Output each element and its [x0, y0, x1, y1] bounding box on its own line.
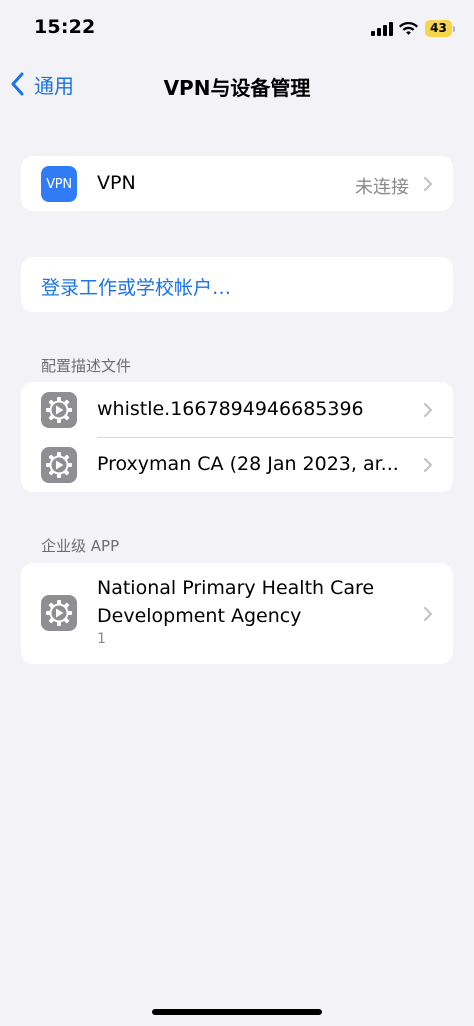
profiles-group: whistle.1667894946685396 Proxyman CA (28…	[21, 382, 453, 492]
enterprise-header: 企业级 APP	[41, 537, 120, 555]
battery-indicator: 43	[425, 20, 452, 37]
enterprise-app-row[interactable]: National Primary Health Care Development…	[21, 563, 453, 664]
work-account-row[interactable]: 登录工作或学校帐户…	[21, 257, 453, 312]
vpn-label: VPN	[97, 172, 136, 194]
enterprise-app-name-line2: Development Agency	[97, 605, 302, 627]
status-bar: 15:22 43	[0, 0, 474, 56]
gear-icon	[41, 392, 77, 428]
gear-icon	[41, 447, 77, 483]
wifi-icon	[399, 22, 418, 35]
enterprise-app-name-line1: National Primary Health Care	[97, 577, 375, 599]
enterprise-group: National Primary Health Care Development…	[21, 563, 453, 664]
profile-label: whistle.1667894946685396	[97, 398, 364, 420]
vpn-row[interactable]: VPN VPN 未连接	[21, 156, 453, 211]
status-time: 15:22	[34, 16, 96, 38]
profiles-header: 配置描述文件	[41, 357, 132, 375]
enterprise-app-name: National Primary Health Care Development…	[97, 574, 397, 630]
chevron-right-icon	[423, 457, 433, 473]
enterprise-app-count: 1	[97, 631, 106, 647]
work-account-link[interactable]: 登录工作或学校帐户…	[41, 273, 231, 300]
navigation-bar: 通用 VPN与设备管理	[0, 60, 474, 108]
vpn-status: 未连接	[355, 177, 409, 198]
screen: 15:22 43 通用 VPN与设备管理 VPN VPN 未连接 登录工作或学校…	[0, 0, 474, 1026]
profile-row[interactable]: whistle.1667894946685396	[21, 382, 453, 437]
vpn-icon: VPN	[41, 166, 77, 202]
work-account-group: 登录工作或学校帐户…	[21, 257, 453, 312]
profile-row[interactable]: Proxyman CA (28 Jan 2023, ar...	[21, 437, 453, 492]
vpn-group: VPN VPN 未连接	[21, 156, 453, 211]
home-indicator[interactable]	[152, 1009, 322, 1015]
chevron-right-icon	[423, 606, 433, 622]
battery-tip	[453, 26, 455, 32]
chevron-right-icon	[423, 176, 433, 192]
gear-icon	[41, 595, 77, 631]
profile-label: Proxyman CA (28 Jan 2023, ar...	[97, 453, 399, 475]
chevron-right-icon	[423, 402, 433, 418]
cellular-signal-icon	[371, 22, 393, 36]
page-title: VPN与设备管理	[163, 76, 311, 100]
